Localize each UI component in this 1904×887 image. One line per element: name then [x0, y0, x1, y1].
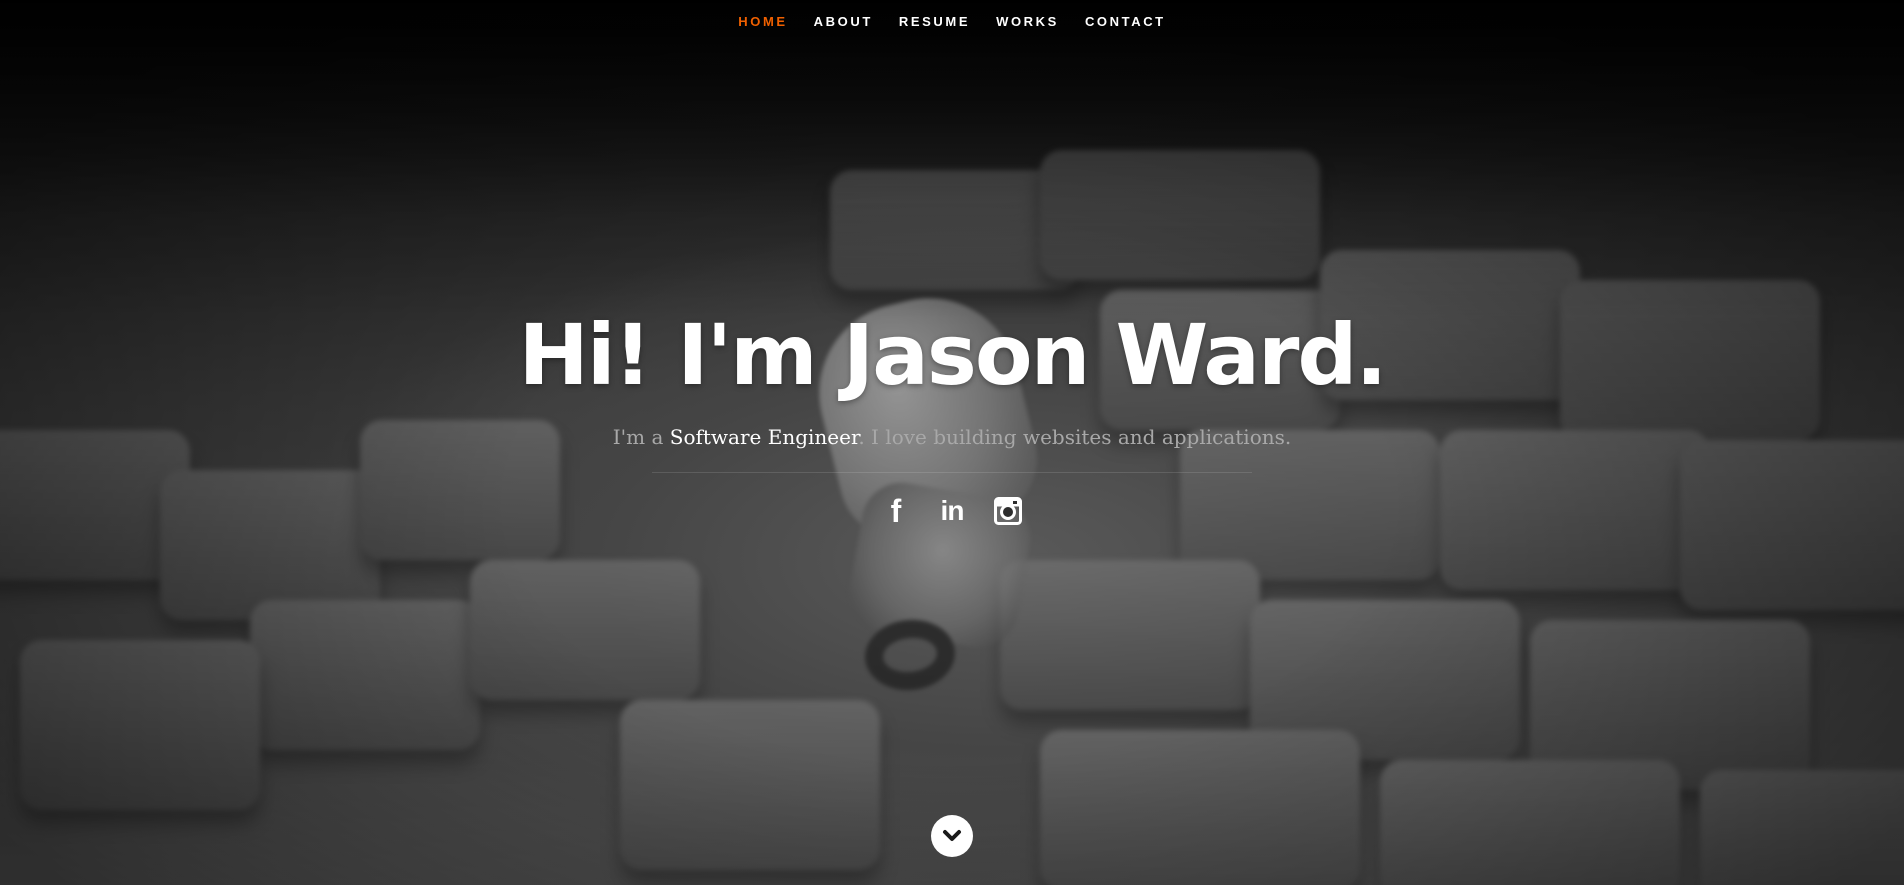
- instagram-icon[interactable]: [992, 495, 1024, 527]
- banner: Hi! I'm Jason Ward. I'm a Software Engin…: [0, 300, 1904, 531]
- banner-divider: [652, 472, 1252, 473]
- tagline-suffix: . I love building websites and applicati…: [858, 425, 1292, 449]
- chevron-down-icon: [943, 830, 961, 841]
- nav-item-contact[interactable]: CONTACT: [1072, 0, 1179, 44]
- social-links: f in: [0, 491, 1904, 531]
- nav-item-about[interactable]: ABOUT: [801, 0, 886, 44]
- page-title: Hi! I'm Jason Ward.: [518, 306, 1388, 404]
- banner-tagline: I'm a Software Engineer. I love building…: [0, 422, 1904, 452]
- tagline-role: Software Engineer: [669, 425, 859, 449]
- linkedin-icon[interactable]: in: [936, 495, 968, 527]
- facebook-icon[interactable]: f: [880, 495, 912, 527]
- nav-item-works[interactable]: WORKS: [983, 0, 1072, 44]
- nav-item-home[interactable]: HOME: [725, 0, 800, 44]
- nav-item-resume[interactable]: RESUME: [886, 0, 983, 44]
- tagline-prefix: I'm a: [612, 425, 670, 449]
- scroll-down-button[interactable]: [931, 815, 973, 857]
- main-nav: HOME ABOUT RESUME WORKS CONTACT: [0, 0, 1904, 44]
- hero-section: HOME ABOUT RESUME WORKS CONTACT Hi! I'm …: [0, 0, 1904, 887]
